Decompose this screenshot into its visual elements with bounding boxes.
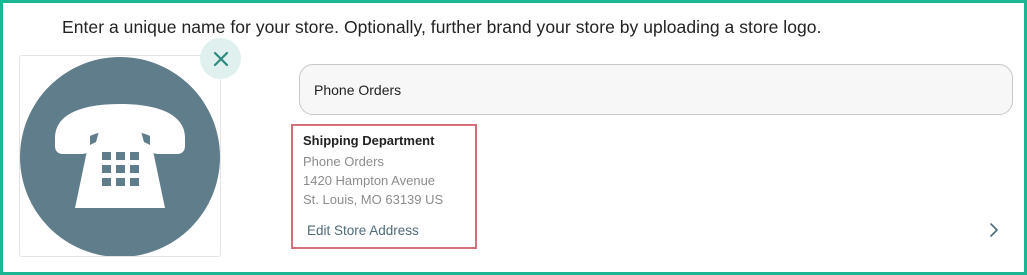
store-address-card: Shipping Department Phone Orders 1420 Ha… bbox=[291, 124, 477, 249]
address-line-1: Phone Orders bbox=[303, 154, 384, 169]
address-name: Shipping Department bbox=[303, 133, 435, 148]
edit-store-address-link[interactable]: Edit Store Address bbox=[307, 223, 419, 238]
next-chevron-button[interactable] bbox=[985, 220, 1003, 240]
chevron-right-icon bbox=[990, 223, 998, 237]
store-logo-preview[interactable] bbox=[19, 55, 221, 257]
address-line-2: 1420 Hampton Avenue bbox=[303, 173, 436, 188]
close-icon bbox=[213, 51, 228, 66]
telephone-icon bbox=[20, 57, 220, 256]
remove-logo-button[interactable] bbox=[200, 38, 241, 79]
store-name-input[interactable] bbox=[299, 64, 1013, 115]
store-branding-panel: Enter a unique name for your store. Opti… bbox=[0, 0, 1027, 275]
address-line-3: St. Louis, MO 63139 US bbox=[303, 192, 444, 207]
instructions-text: Enter a unique name for your store. Opti… bbox=[62, 17, 822, 37]
